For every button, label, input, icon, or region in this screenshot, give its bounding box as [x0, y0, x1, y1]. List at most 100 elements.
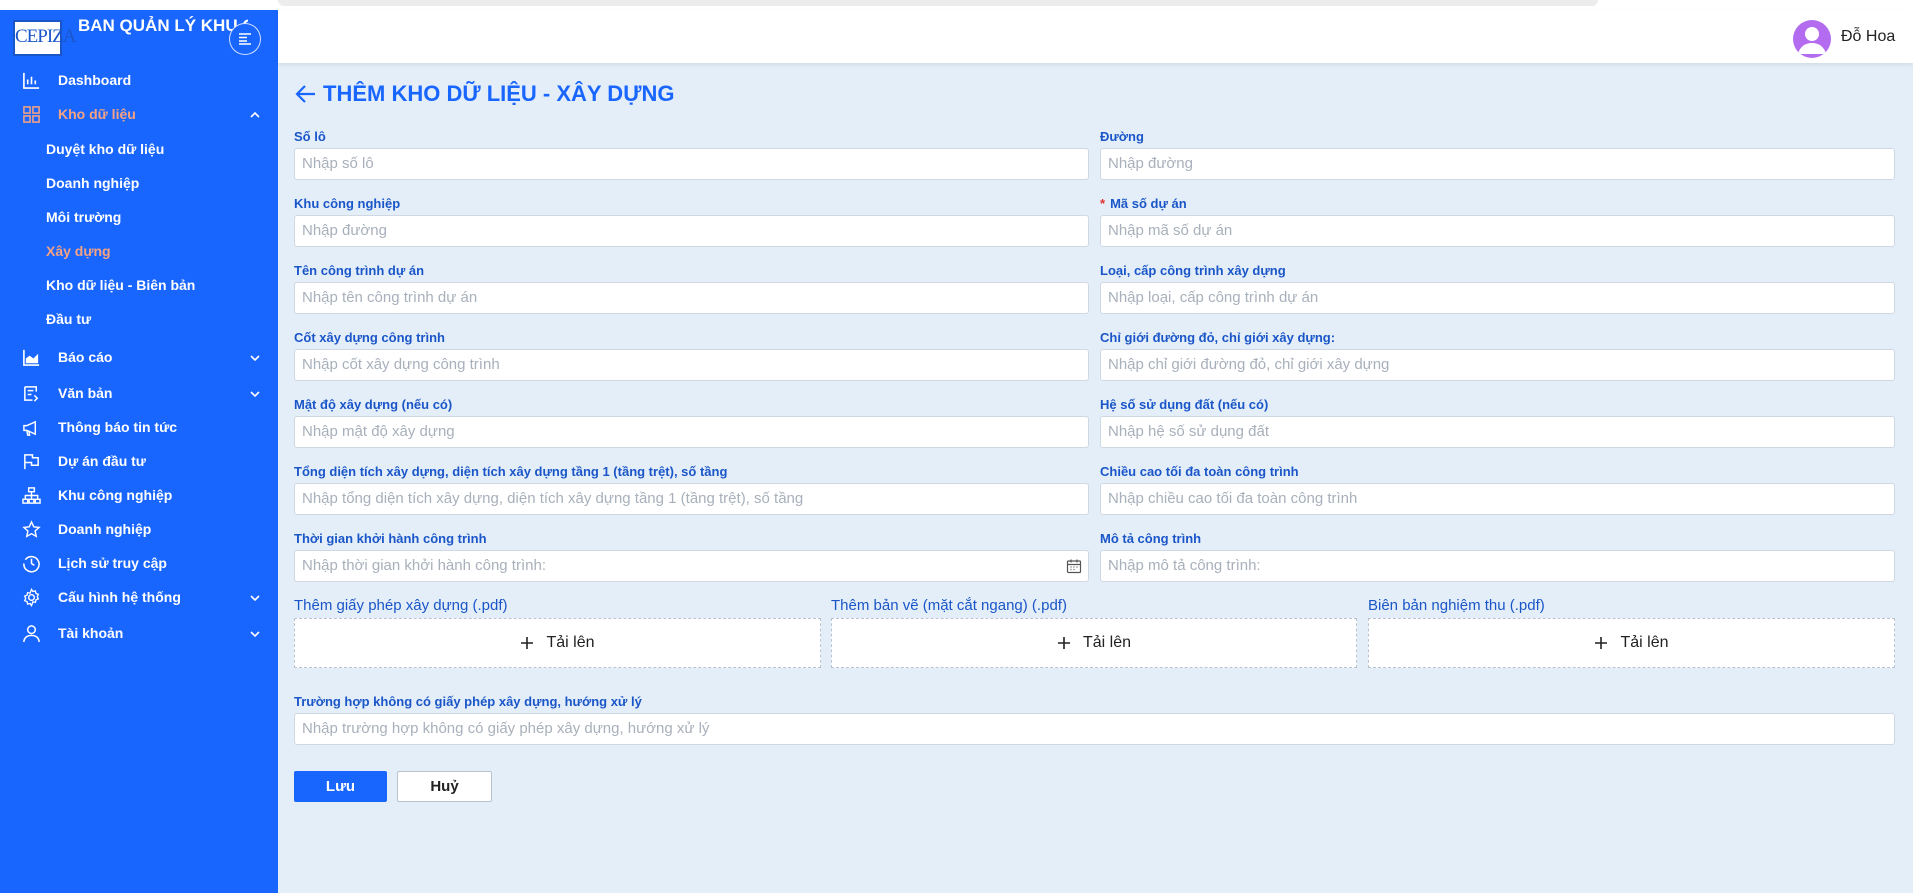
- khu-cong-nghiep-input[interactable]: Nhập đường: [294, 215, 1089, 247]
- plus-icon: [1057, 637, 1070, 649]
- khu-cong-nghiep-label: Khu công nghiệp: [294, 196, 401, 211]
- sidebar-item-label: Khu công nghiệp: [58, 487, 173, 503]
- history-icon: [23, 555, 40, 573]
- sidebar-item-du-an[interactable]: Dự án đầu tư: [0, 446, 278, 476]
- sidebar-item-label: Tài khoản: [58, 625, 124, 641]
- page-title-text: THÊM KHO DỮ LIỆU - XÂY DỰNG: [323, 81, 675, 106]
- megaphone-icon: [23, 420, 37, 436]
- duong-input[interactable]: Nhập đường: [1100, 148, 1895, 180]
- page-title: THÊM KHO DỮ LIỆU - XÂY DỰNG: [295, 81, 674, 107]
- loai-cap-label: Loại, cấp công trình xây dựng: [1100, 263, 1286, 278]
- mat-do-label: Mật độ xây dựng (nếu có): [294, 397, 453, 412]
- ma-so-du-an-input[interactable]: Nhập mã số dự án: [1100, 215, 1895, 247]
- top-header: Đỗ Hoa: [278, 10, 1913, 63]
- he-so-input[interactable]: Nhập hệ số sử dụng đất: [1100, 416, 1895, 448]
- required-marker: *: [1100, 196, 1106, 211]
- sidebar-item-thong-bao[interactable]: Thông báo tin tức: [0, 412, 278, 442]
- so-lo-input[interactable]: Nhập số lô: [294, 148, 1089, 180]
- sidebar-item-cau-hinh[interactable]: Cấu hình hệ thống: [0, 582, 278, 612]
- sidebar-item-khu-cn[interactable]: Khu công nghiệp: [0, 480, 278, 510]
- save-button[interactable]: Lưu: [294, 771, 387, 802]
- plus-icon: [521, 637, 534, 649]
- sidebar-item-dashboard[interactable]: Dashboard: [0, 65, 278, 95]
- cancel-button[interactable]: Huỷ: [397, 771, 492, 802]
- ten-cong-trinh-input[interactable]: Nhập tên công trình dự án: [294, 282, 1089, 314]
- plus-icon: [1595, 637, 1608, 649]
- sidebar-item-label: Kho dữ liệu: [58, 106, 136, 122]
- submenu-item-bien-ban[interactable]: Kho dữ liệu - Biên bản: [46, 277, 195, 293]
- brand: CEPIZA BAN QUẢN LÝ KHU CHẾ XUẤT KHU CN: [0, 10, 278, 72]
- upload-ban-ve-label: Thêm bản vẽ (mặt cắt ngang) (.pdf): [831, 597, 1067, 614]
- flag-icon: [24, 454, 39, 470]
- sidebar-item-van-ban[interactable]: Văn bản: [0, 378, 278, 408]
- chi-gioi-label: Chỉ giới đường đỏ, chỉ giới xây dựng:: [1100, 330, 1336, 345]
- avatar-user-icon: [1798, 27, 1826, 54]
- duong-label: Đường: [1100, 129, 1144, 144]
- chevron-down-icon: [250, 595, 260, 602]
- sidebar-toggle-button[interactable]: [229, 23, 261, 55]
- grid-icon: [23, 106, 40, 123]
- sidebar-item-label: Lịch sử truy cập: [58, 555, 167, 571]
- chevron-up-icon: [250, 111, 260, 118]
- user-icon: [23, 625, 40, 643]
- submenu-item-xay-dung[interactable]: Xây dựng: [46, 243, 111, 259]
- cot-xay-dung-input[interactable]: Nhập cốt xây dựng công trình: [294, 349, 1089, 381]
- document-icon: [24, 386, 39, 402]
- upload-bien-ban-button[interactable]: Tải lên: [1368, 618, 1895, 668]
- upload-button-label: Tải lên: [1620, 634, 1669, 651]
- truong-hop-input[interactable]: Nhập trường hợp không có giấy phép xây d…: [294, 713, 1895, 745]
- ma-so-du-an-label-text: Mã số dự án: [1110, 196, 1187, 211]
- chevron-down-icon: [250, 391, 260, 398]
- bar-chart-icon: [23, 72, 40, 89]
- thoi-gian-input[interactable]: Nhập thời gian khởi hành công trình:: [294, 550, 1089, 582]
- so-lo-label: Số lô: [294, 129, 326, 144]
- thoi-gian-label: Thời gian khởi hành công trình: [294, 531, 487, 546]
- he-so-label: Hệ số sử dụng đất (nếu có): [1100, 397, 1269, 412]
- app-logo: CEPIZA: [13, 20, 77, 56]
- sidebar-item-label: Doanh nghiệp: [58, 521, 152, 537]
- star-icon: [22, 520, 41, 538]
- sidebar-item-tai-khoan[interactable]: Tài khoản: [0, 618, 278, 648]
- sidebar-item-kho-du-lieu[interactable]: Kho dữ liệu: [0, 99, 278, 129]
- upload-button-label: Tải lên: [1082, 634, 1132, 651]
- ma-so-du-an-label: * Mã số dự án: [1100, 196, 1187, 211]
- upload-button-label: Tải lên: [546, 634, 595, 651]
- sidebar-item-doanh-nghiep[interactable]: Doanh nghiệp: [0, 514, 278, 544]
- chevron-down-icon: [250, 355, 260, 362]
- tong-dien-tich-label: Tổng diện tích xây dựng, diện tích xây d…: [294, 464, 728, 479]
- back-arrow-icon[interactable]: [295, 83, 317, 105]
- mo-ta-input[interactable]: Nhập mô tả công trình:: [1100, 550, 1895, 582]
- browser-strip: [0, 0, 1913, 10]
- mo-ta-label: Mô tả công trình: [1100, 531, 1202, 546]
- mat-do-input[interactable]: Nhập mật độ xây dựng: [294, 416, 1089, 448]
- submenu-item-moi-truong[interactable]: Môi trường: [46, 209, 121, 225]
- sidebar-item-lich-su[interactable]: Lịch sử truy cập: [0, 548, 278, 578]
- gear-icon: [23, 588, 40, 607]
- submenu-item-dau-tu[interactable]: Đầu tư: [46, 311, 91, 327]
- sidebar: CEPIZA BAN QUẢN LÝ KHU CHẾ XUẤT KHU CN D…: [0, 10, 278, 893]
- sidebar-item-label: Cấu hình hệ thống: [58, 589, 181, 605]
- app-title: BAN QUẢN LÝ KHU CHẾ XUẤT KHU CN: [78, 16, 248, 35]
- submenu-item-doanh-nghiep[interactable]: Doanh nghiệp: [46, 175, 139, 191]
- sidebar-item-label: Dự án đầu tư: [58, 453, 146, 469]
- cluster-icon: [22, 487, 41, 504]
- chieu-cao-label: Chiều cao tối đa toàn công trình: [1100, 464, 1299, 479]
- submenu-item-duyet-kho[interactable]: Duyệt kho dữ liệu: [46, 141, 164, 157]
- loai-cap-input[interactable]: Nhập loại, cấp công trình dự án: [1100, 282, 1895, 314]
- browser-bar: [278, 0, 1598, 6]
- upload-giay-phep-button[interactable]: Tải lên: [294, 618, 821, 668]
- sidebar-item-bao-cao[interactable]: Báo cáo: [0, 342, 278, 372]
- sidebar-item-label: Thông báo tin tức: [58, 419, 178, 435]
- chevron-down-icon: [250, 631, 260, 638]
- area-chart-icon: [23, 349, 40, 366]
- calendar-icon[interactable]: [1066, 558, 1082, 574]
- avatar[interactable]: [1793, 20, 1831, 58]
- sidebar-item-label: Báo cáo: [58, 349, 113, 365]
- upload-ban-ve-button[interactable]: Tải lên: [831, 618, 1357, 668]
- chi-gioi-input[interactable]: Nhập chỉ giới đường đỏ, chỉ giới xây dựn…: [1100, 349, 1895, 381]
- ten-cong-trinh-label: Tên công trình dự án: [294, 263, 425, 278]
- user-name[interactable]: Đỗ Hoa: [1841, 28, 1895, 46]
- tong-dien-tich-input[interactable]: Nhập tổng diện tích xây dựng, diện tích …: [294, 483, 1089, 515]
- chieu-cao-input[interactable]: Nhập chiều cao tối đa toàn công trình: [1100, 483, 1895, 515]
- upload-bien-ban-label: Biên bản nghiệm thu (.pdf): [1368, 597, 1545, 614]
